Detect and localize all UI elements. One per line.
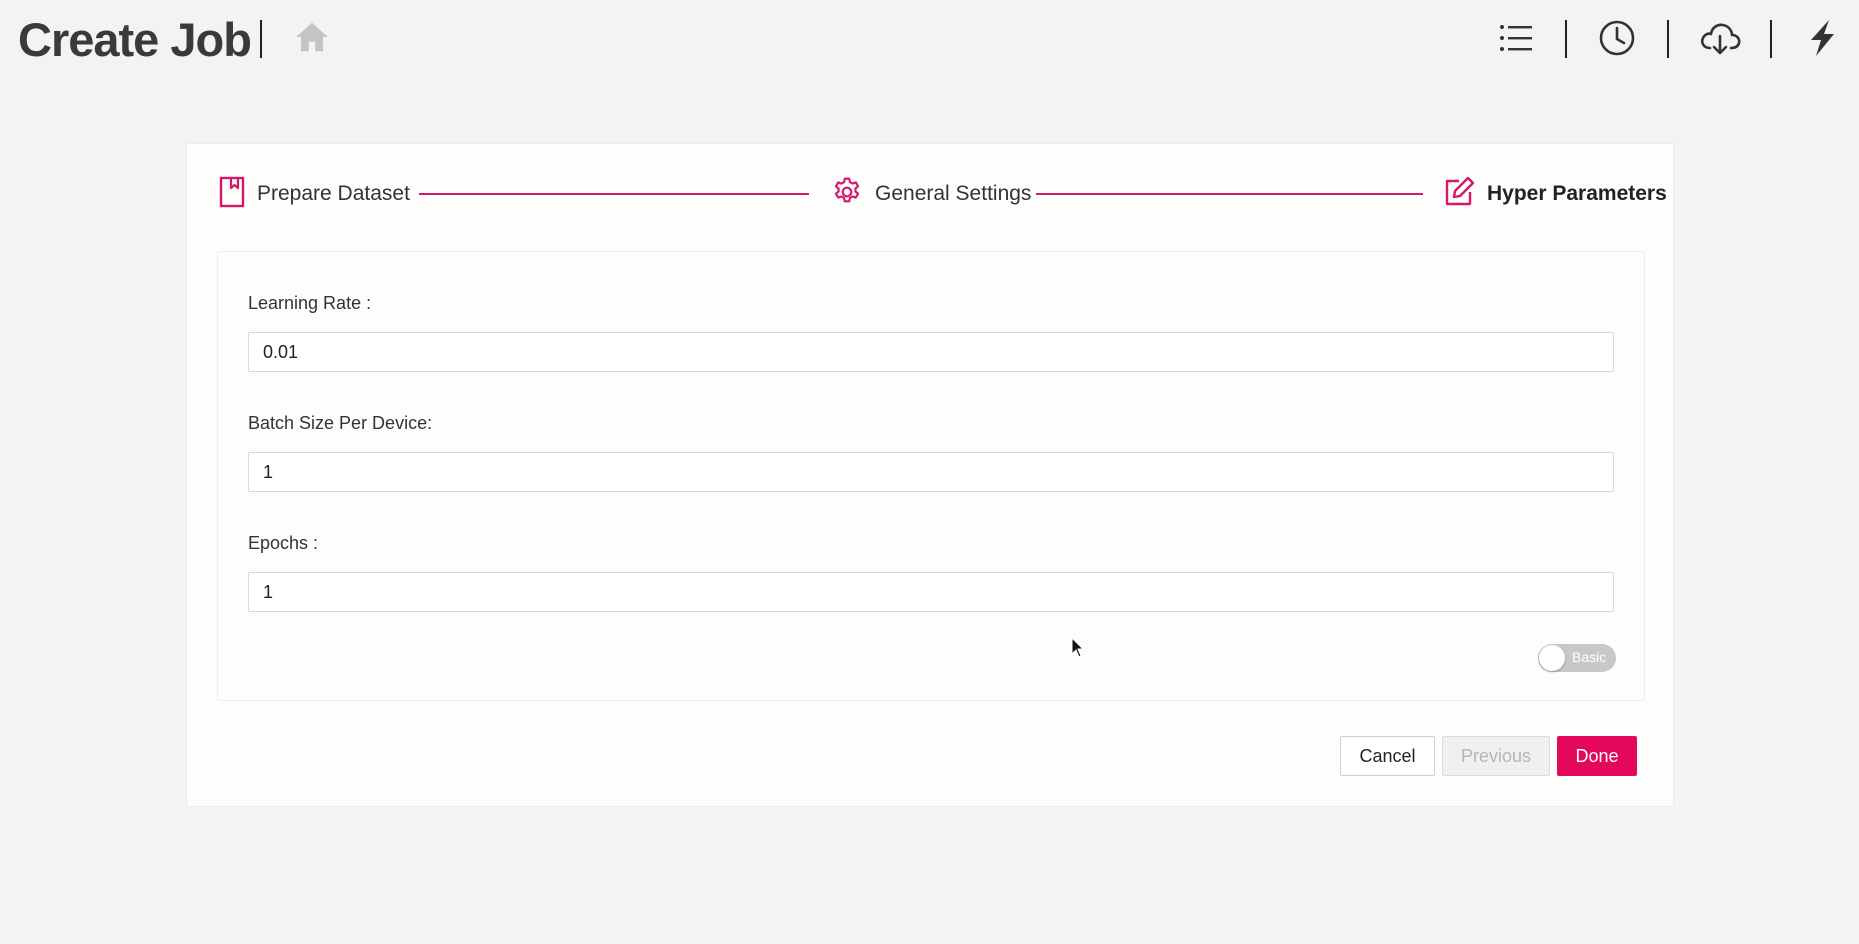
epochs-label: Epochs : bbox=[248, 533, 319, 553]
cloud-download-icon[interactable] bbox=[1698, 18, 1741, 58]
mouse-cursor-icon bbox=[1071, 636, 1085, 659]
lightning-icon[interactable] bbox=[1802, 18, 1842, 58]
hyper-parameters-form: Learning Rate : Batch Size Per Device: E… bbox=[217, 251, 1645, 701]
page-title: Create Job bbox=[18, 13, 252, 66]
stepper: Prepare Dataset General Settings Hyper P… bbox=[187, 144, 1675, 244]
home-icon[interactable] bbox=[293, 18, 331, 56]
gear-icon bbox=[831, 176, 863, 213]
previous-button[interactable]: Previous bbox=[1442, 736, 1550, 776]
step-label: Prepare Dataset bbox=[257, 182, 410, 205]
toggle-label: Basic bbox=[1572, 649, 1607, 665]
step-label: General Settings bbox=[875, 182, 1032, 205]
clock-icon[interactable] bbox=[1597, 18, 1637, 58]
step-hyper-parameters[interactable]: Hyper Parameters bbox=[1443, 174, 1667, 214]
done-button[interactable]: Done bbox=[1557, 736, 1637, 776]
learning-rate-label: Learning Rate : bbox=[248, 293, 372, 313]
epochs-input[interactable] bbox=[248, 572, 1614, 612]
step-connector bbox=[419, 193, 809, 195]
toolbar-divider bbox=[1667, 20, 1669, 58]
header-bar: Create Job bbox=[0, 0, 1859, 80]
edit-icon bbox=[1443, 176, 1475, 213]
cancel-button[interactable]: Cancel bbox=[1340, 736, 1435, 776]
toolbar-divider bbox=[1565, 20, 1567, 58]
toolbar-divider bbox=[1770, 20, 1772, 58]
step-general-settings[interactable]: General Settings bbox=[831, 174, 1031, 214]
create-job-card: Prepare Dataset General Settings Hyper P… bbox=[186, 143, 1674, 807]
bookmark-icon bbox=[219, 176, 245, 213]
header-divider bbox=[260, 20, 262, 58]
learning-rate-input[interactable] bbox=[248, 332, 1614, 372]
batch-size-label: Batch Size Per Device: bbox=[248, 413, 433, 433]
basic-advanced-toggle[interactable]: Basic bbox=[1538, 644, 1616, 672]
step-prepare-dataset[interactable]: Prepare Dataset bbox=[219, 174, 410, 214]
list-icon[interactable] bbox=[1496, 18, 1536, 58]
toggle-knob bbox=[1539, 645, 1565, 671]
step-connector bbox=[1036, 193, 1423, 195]
step-label: Hyper Parameters bbox=[1487, 182, 1667, 205]
batch-size-input[interactable] bbox=[248, 452, 1614, 492]
